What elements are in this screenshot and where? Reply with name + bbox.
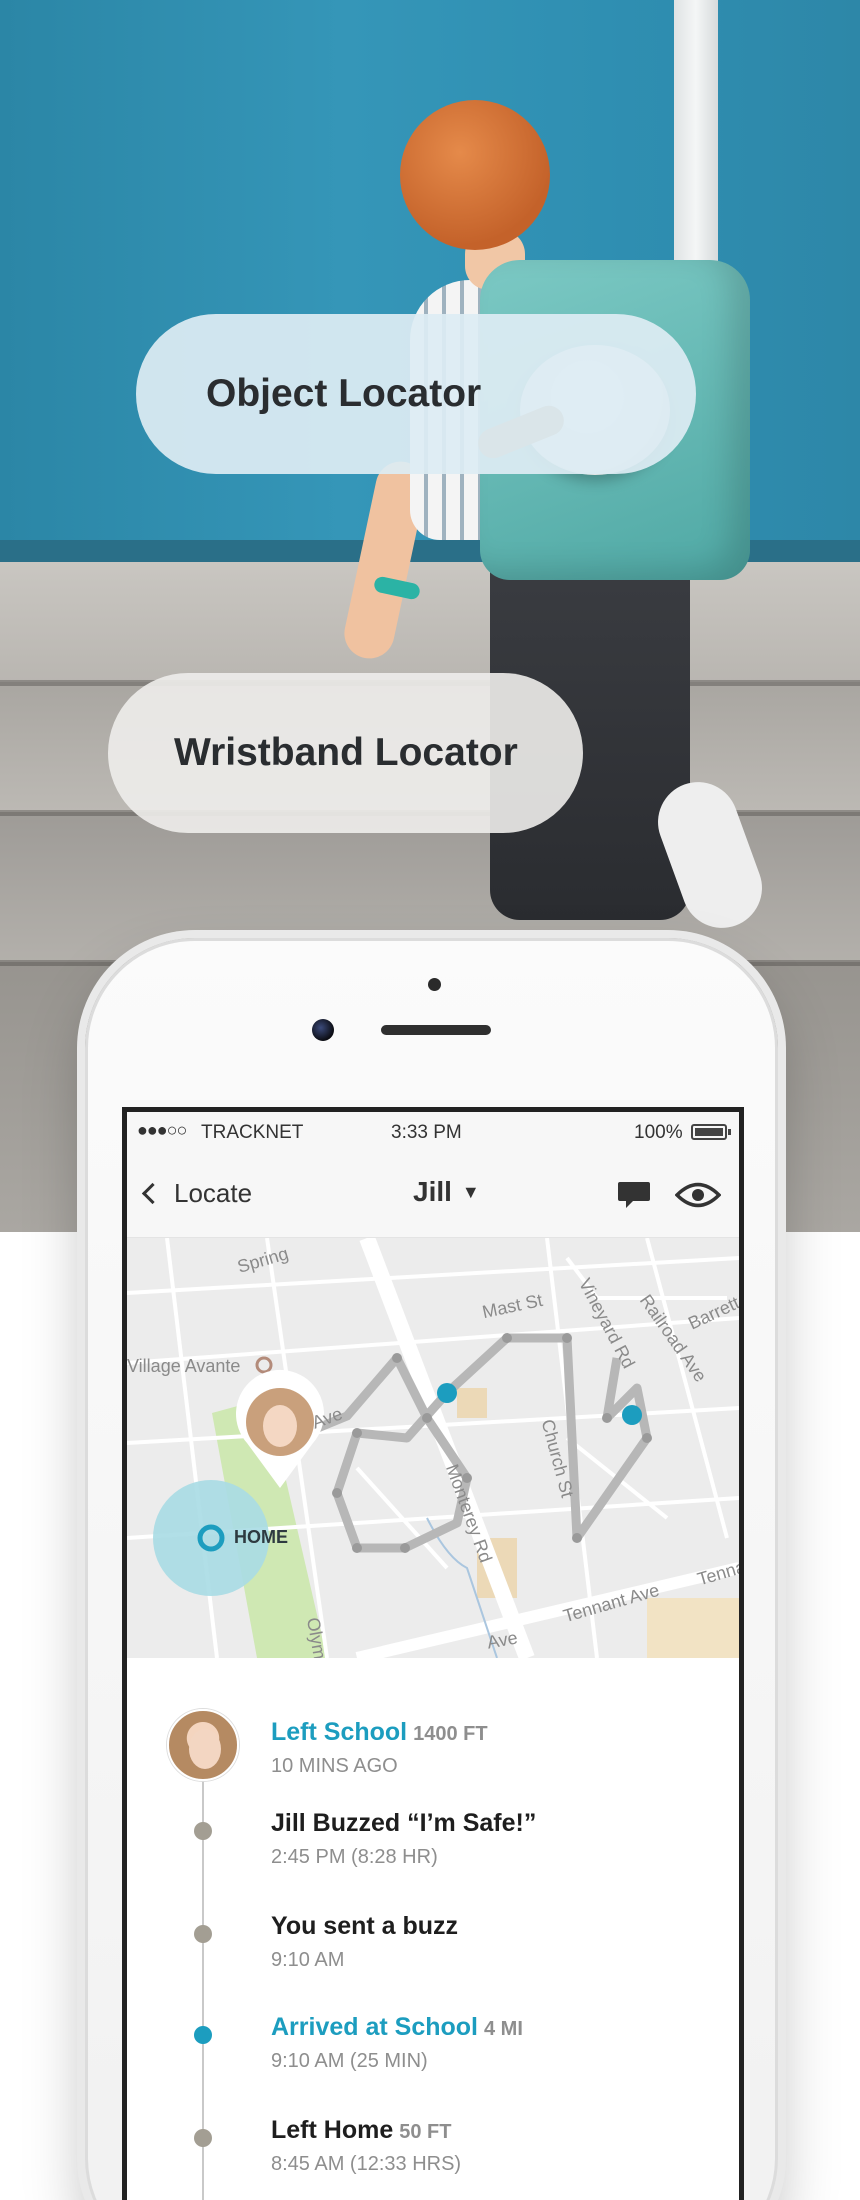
poi-label: Village Avante <box>127 1356 241 1376</box>
timeline-item-title: You sent a buzz <box>271 1912 459 1940</box>
back-button[interactable]: Locate <box>141 1178 253 1209</box>
timeline-dot-active <box>194 2026 212 2044</box>
timeline-item-title-row: Arrived at School 4 MI <box>271 2013 523 2042</box>
nav-bar: Locate Jill ▼ <box>127 1154 739 1238</box>
object-locator-text: Object Locator <box>206 372 482 415</box>
timeline-item-title-row: Left Home 50 FT <box>271 2116 461 2145</box>
home-label: HOME <box>234 1527 288 1547</box>
timeline-item-time: 9:10 AM (25 MIN) <box>271 2050 428 2072</box>
timeline-item-distance: 4 MI <box>484 2018 523 2040</box>
timeline-item[interactable]: Left Home 50 FT 8:45 AM (12:33 HRS) <box>271 2116 461 2176</box>
timeline-item[interactable]: Jill Buzzed “I’m Safe!” 2:45 PM (8:28 HR… <box>271 1809 536 1869</box>
timeline-item[interactable]: Left School 1400 FT 10 MINS AGO <box>271 1718 488 1778</box>
timeline-item-title-row: Left School 1400 FT <box>271 1718 488 1747</box>
timeline-item-title: Arrived at School <box>271 2013 478 2041</box>
timeline-item-time: 2:45 PM (8:28 HR) <box>271 1846 438 1868</box>
battery-percent: 100% <box>634 1122 683 1143</box>
building <box>647 1598 739 1658</box>
object-locator-label: Object Locator <box>136 314 696 474</box>
building <box>457 1388 487 1418</box>
wristband-locator-text: Wristband Locator <box>174 731 518 774</box>
activity-timeline: Left School 1400 FT 10 MINS AGO Jill Buzz… <box>127 1658 739 2200</box>
timeline-item[interactable]: Arrived at School 4 MI 9:10 AM (25 MIN) <box>271 2013 523 2073</box>
avatar-face <box>189 1729 221 1769</box>
location-point <box>622 1405 642 1425</box>
avatar <box>167 1709 239 1781</box>
timeline-item-title: Jill Buzzed “I’m Safe!” <box>271 1809 537 1837</box>
status-bar: ●●●○○ TRACKNET 3:33 PM 100% <box>127 1112 739 1154</box>
timeline-item-title: Left School <box>271 1718 408 1746</box>
caret-down-icon: ▼ <box>461 1181 480 1202</box>
pin-avatar-face <box>263 1405 297 1447</box>
back-label: Locate <box>174 1178 253 1208</box>
poi-icon <box>255 1356 273 1374</box>
front-camera <box>312 1019 334 1041</box>
eye-icon[interactable] <box>675 1180 721 1210</box>
signal-strength-icon: ●●●○○ <box>137 1120 187 1140</box>
status-time: 3:33 PM <box>391 1122 462 1143</box>
timeline-item-distance: 1400 FT <box>413 1723 488 1745</box>
timeline-item-time: 8:45 AM (12:33 HRS) <box>271 2153 462 2175</box>
phone-screen: ●●●○○ TRACKNET 3:33 PM 100% Locate Jill … <box>122 1107 744 2200</box>
timeline-dot <box>194 1822 212 1840</box>
wristband-locator-label: Wristband Locator <box>108 673 583 833</box>
person-selector[interactable]: Jill ▼ <box>413 1176 480 1208</box>
location-point <box>437 1383 457 1403</box>
timeline-item-time: 9:10 AM <box>271 1949 345 1971</box>
person-name: Jill <box>413 1176 452 1207</box>
timeline-item-title: Left Home <box>271 2116 394 2144</box>
earpiece-speaker <box>381 1025 491 1035</box>
timeline-item-time: 10 MINS AGO <box>271 1755 398 1777</box>
timeline-item-distance: 50 FT <box>399 2121 452 2143</box>
child-hair <box>400 100 550 250</box>
chat-bubble-icon[interactable] <box>617 1180 651 1210</box>
timeline-dot <box>194 2129 212 2147</box>
timeline-dot <box>194 1925 212 1943</box>
proximity-sensor <box>428 978 441 991</box>
chevron-left-icon <box>141 1182 164 1205</box>
carrier-name: TRACKNET <box>201 1122 304 1143</box>
battery-tip <box>728 1129 731 1135</box>
timeline-item[interactable]: You sent a buzz 9:10 AM <box>271 1912 458 1972</box>
battery-icon <box>691 1124 727 1140</box>
location-map[interactable]: Spring Mast St Vineyard Rd Railroad Ave … <box>127 1238 739 1658</box>
